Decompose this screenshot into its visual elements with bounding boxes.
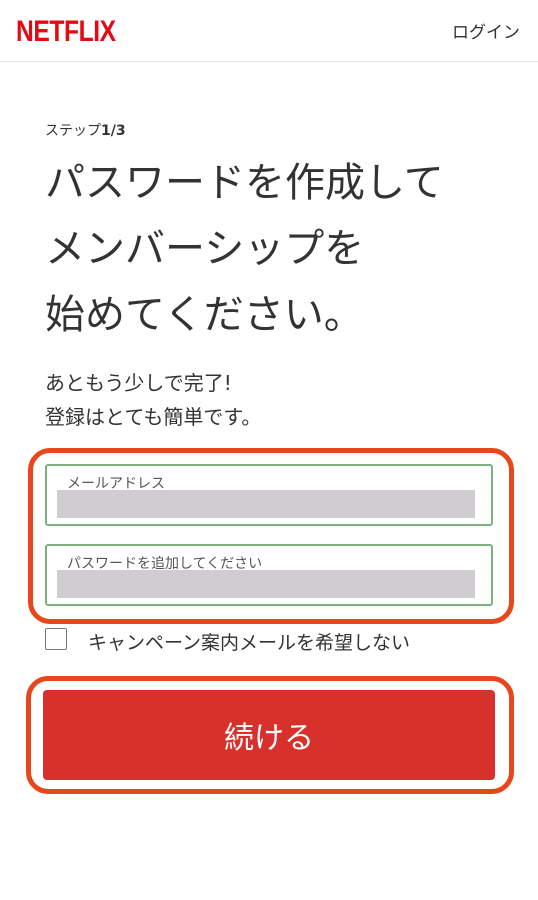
netflix-logo[interactable]: NETFLIX xyxy=(16,12,116,52)
email-field[interactable]: メールアドレス xyxy=(45,464,493,526)
login-link[interactable]: ログイン xyxy=(452,18,520,43)
opt-out-checkbox[interactable] xyxy=(45,628,67,650)
title-line: パスワードを作成して xyxy=(45,160,444,206)
page-subtitle: あともう少しで完了! 登録はとても簡単です。 xyxy=(45,366,515,434)
page-title: パスワードを作成して メンバーシップを 始めてください。 xyxy=(45,150,515,348)
opt-out-label[interactable]: キャンペーン案内メールを希望しない xyxy=(88,628,410,655)
step-indicator: ステップ1/3 xyxy=(45,120,126,140)
password-field[interactable]: パスワードを追加してください xyxy=(45,544,493,606)
title-line: 始めてください。 xyxy=(45,292,364,338)
title-line: メンバーシップを xyxy=(45,226,365,272)
email-input[interactable] xyxy=(57,490,475,518)
step-count: 1/3 xyxy=(101,123,126,139)
top-header: NETFLIX ログイン xyxy=(0,0,538,62)
subtitle-line: あともう少しで完了! xyxy=(45,371,232,395)
continue-button[interactable]: 続ける xyxy=(43,690,495,780)
step-prefix: ステップ xyxy=(45,123,101,139)
subtitle-line: 登録はとても簡単です。 xyxy=(45,405,262,429)
password-input[interactable] xyxy=(57,570,475,598)
